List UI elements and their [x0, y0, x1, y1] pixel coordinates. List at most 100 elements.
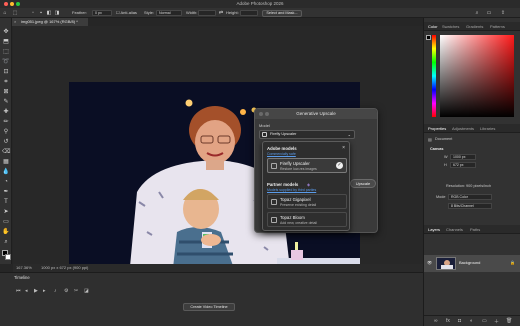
window-titlebar: Adobe Photoshop 2026 — [0, 0, 520, 8]
brush-tool-icon[interactable]: ✏ — [2, 118, 10, 126]
path-select-tool-icon[interactable]: ➤ — [2, 208, 10, 216]
mask-icon[interactable]: ◘ — [458, 318, 461, 324]
bit-depth-select[interactable]: 8 Bits/Channel — [448, 203, 492, 209]
stamp-tool-icon[interactable]: ⚲ — [2, 128, 10, 136]
tab-channels[interactable]: Channels — [446, 227, 463, 232]
intersect-selection-icon[interactable]: ◨ — [54, 10, 60, 16]
background-color-swatch[interactable] — [5, 254, 11, 260]
shape-tool-icon[interactable]: ▭ — [2, 218, 10, 226]
pen-tool-icon[interactable]: ✒ — [2, 188, 10, 196]
marquee-tool-icon[interactable]: ⬚ — [12, 10, 18, 16]
height-input[interactable] — [240, 10, 258, 16]
close-icon[interactable]: × — [342, 145, 345, 151]
new-selection-icon[interactable]: ▫ — [30, 10, 36, 16]
select-and-mask-button[interactable]: Select and Mask... — [262, 9, 302, 17]
crop-tool-icon[interactable]: ⌗ — [2, 78, 10, 86]
create-video-timeline-button[interactable]: Create Video Timeline — [183, 303, 235, 311]
color-picker-field[interactable] — [440, 35, 514, 117]
new-layer-icon[interactable]: ＋ — [494, 318, 499, 325]
width-input[interactable] — [198, 10, 216, 16]
canvas-width-field[interactable]: 1000 px — [450, 154, 476, 160]
third-party-link[interactable]: Models supplied by third parties — [267, 188, 316, 192]
search-icon[interactable]: ⌕ — [474, 10, 480, 16]
healing-tool-icon[interactable]: ✚ — [2, 108, 10, 116]
canvas-height-field[interactable]: 672 px — [450, 162, 476, 168]
audio-icon[interactable]: ♪ — [54, 288, 57, 294]
upscale-button[interactable]: Upscale — [350, 179, 376, 188]
folder-icon[interactable]: ▭ — [482, 318, 487, 324]
dialog-minimize-button[interactable] — [265, 112, 269, 116]
document-dimensions[interactable]: 1000 px x 672 px (900 ppi) — [41, 264, 88, 272]
subtract-selection-icon[interactable]: ◧ — [46, 10, 52, 16]
first-frame-icon[interactable]: ⏮ — [16, 288, 21, 294]
adjustment-icon[interactable]: ◐ — [470, 318, 473, 324]
history-brush-icon[interactable]: ↺ — [2, 138, 10, 146]
object-select-tool-icon[interactable]: ⊡ — [2, 68, 10, 76]
model-option-bloom[interactable]: Topaz Bloom Add new, creative detail — [267, 212, 347, 227]
style-select[interactable]: Normal — [156, 10, 182, 16]
prev-frame-icon[interactable]: ◂ — [25, 288, 28, 294]
dodge-tool-icon[interactable]: ◔ — [2, 178, 10, 186]
feather-input[interactable]: 0 px — [92, 10, 112, 16]
eyedropper-tool-icon[interactable]: ✎ — [2, 98, 10, 106]
transition-icon[interactable]: ◪ — [84, 288, 89, 294]
foreground-swatch[interactable] — [426, 35, 431, 40]
zoom-level[interactable]: 167.36% — [16, 264, 32, 272]
model-select[interactable]: Firefly Upscaler ⌄ — [259, 130, 355, 139]
width-label: Width: — [186, 10, 198, 15]
trash-icon[interactable]: 🗑 — [506, 318, 512, 324]
tab-color[interactable]: Color — [428, 24, 438, 29]
hue-slider[interactable] — [432, 35, 436, 117]
swap-icon[interactable]: ⇄ — [218, 10, 224, 16]
move-tool-icon[interactable]: ✥ — [2, 28, 10, 36]
dialog-close-button[interactable] — [259, 112, 263, 116]
frame-tool-icon[interactable]: ⊠ — [2, 88, 10, 96]
next-frame-icon[interactable]: ▸ — [43, 288, 46, 294]
model-option-gigapixel[interactable]: Topaz Gigapixel Preserve existing detail — [267, 194, 347, 209]
workspace-icon[interactable]: ▭ — [486, 10, 492, 16]
tab-layers[interactable]: Layers — [428, 227, 440, 232]
hand-tool-icon[interactable]: ✋ — [2, 228, 10, 236]
mode-select[interactable]: RGB Color — [448, 194, 492, 200]
model-option-firefly[interactable]: Firefly Upscaler Restore low-res images … — [267, 158, 347, 173]
marquee-tool-icon[interactable]: ⬚ — [2, 48, 10, 56]
tab-swatches[interactable]: Swatches — [442, 24, 459, 29]
antialias-label: Anti-alias — [120, 10, 137, 15]
timeline-tab[interactable]: Timeline — [14, 275, 30, 280]
eye-icon[interactable]: 👁 — [427, 260, 432, 265]
model-label: Model — [259, 123, 270, 128]
lock-icon[interactable]: 🔒 — [510, 260, 515, 265]
document-tab[interactable]: × img051.jpeg @ 167% (RGB/8) * — [12, 18, 88, 26]
model-option-name: Topaz Gigapixel — [280, 197, 311, 202]
tab-paths[interactable]: Paths — [470, 227, 480, 232]
canvas-area[interactable]: Generative Upscale Model Firefly Upscale… — [13, 26, 423, 277]
tab-libraries[interactable]: Libraries — [480, 126, 495, 131]
tab-adjustments[interactable]: Adjustments — [452, 126, 474, 131]
add-selection-icon[interactable]: ▪ — [38, 10, 44, 16]
blur-tool-icon[interactable]: 💧 — [2, 168, 10, 176]
share-icon[interactable]: ⇪ — [500, 10, 506, 16]
layer-row[interactable]: 👁 Background 🔒 — [424, 255, 520, 272]
zoom-tool-icon[interactable]: ⌕ — [2, 238, 10, 246]
topaz-icon — [271, 199, 277, 205]
tab-patterns[interactable]: Patterns — [490, 24, 505, 29]
tab-properties[interactable]: Properties — [428, 126, 446, 131]
settings-icon[interactable]: ⚙ — [64, 288, 68, 294]
lasso-tool-icon[interactable]: ➰ — [2, 58, 10, 66]
play-icon[interactable]: ▶ — [34, 288, 38, 294]
fx-icon[interactable]: fx — [446, 318, 450, 324]
eraser-tool-icon[interactable]: ⌫ — [2, 148, 10, 156]
commercially-safe-link[interactable]: Commercially safe — [267, 152, 296, 156]
link-icon[interactable]: ∞ — [434, 318, 438, 324]
antialias-checkbox[interactable]: ☐ Anti-alias — [116, 10, 137, 15]
close-tab-icon[interactable]: × — [14, 18, 16, 26]
artboard-tool-icon[interactable]: ⬒ — [2, 38, 10, 46]
dialog-header: Generative Upscale — [255, 109, 377, 119]
home-icon[interactable]: ⌂ — [2, 10, 8, 16]
gradient-tool-icon[interactable]: ▦ — [2, 158, 10, 166]
canvas-section-title[interactable]: Canvas — [430, 147, 444, 151]
tab-gradients[interactable]: Gradients — [466, 24, 483, 29]
type-tool-icon[interactable]: T — [2, 198, 10, 206]
properties-type: Document — [435, 137, 453, 141]
split-icon[interactable]: ✂ — [74, 288, 78, 294]
